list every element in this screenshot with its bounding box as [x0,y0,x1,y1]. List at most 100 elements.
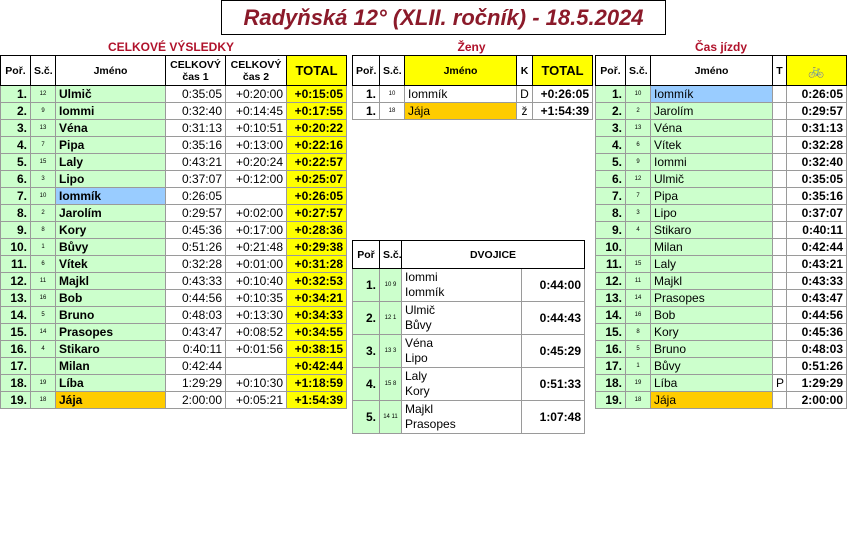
time2-cell: +0:20:24 [225,153,287,171]
time2-cell: +0:01:00 [225,255,287,273]
name-cell: Bůvy [55,238,166,256]
ride-time-cell: 0:42:44 [786,238,847,256]
name-cell: Bob [55,289,166,307]
ride-time-cell: 0:43:33 [786,272,847,290]
name-cell: Ulmič [55,85,166,103]
name-cell: Laly [650,255,773,273]
ride-time-cell: 2:00:00 [786,391,847,409]
ride-time-cell: 0:43:47 [786,289,847,307]
time1-cell: 0:32:40 [165,102,226,120]
ride-table: Poř. S.č. Jméno T 🚲 1. 10 Iommík 0:26:05 2. 2… [595,55,847,409]
total-cell: +0:38:15 [286,340,347,358]
start-number-cell: 16 [30,289,56,307]
rank-cell: 1. [595,85,626,103]
time1-cell: 0:48:03 [165,306,226,324]
name-cell: Milan [650,238,773,256]
name-cell: Milan [55,357,166,375]
name-cell: Prasopes [55,323,166,341]
start-number-cell: 19 [30,374,56,392]
rank-cell: 18. [0,374,31,392]
ride-time-cell: 0:51:26 [786,357,847,375]
table-row: 10. Milan 0:42:44 [595,238,847,256]
table-row: 1. 12 Ulmič 0:35:05 +0:20:00 +0:15:05 [0,85,347,103]
start-number-cell: 14 [625,289,651,307]
pair-time-cell: 0:44:43 [520,301,586,335]
time1-cell: 0:43:21 [165,153,226,171]
rank-cell: 18. [595,374,626,392]
start-number-cell: 8 [30,221,56,239]
table-row: 15. 8 Kory 0:45:36 [595,323,847,341]
ride-header-t: T [772,55,787,86]
pair-time-cell: 0:44:00 [520,268,586,302]
name-cell: Bruno [650,340,773,358]
pair-names-cell: Ulmič Bůvy [401,301,522,335]
name-cell: Iommík [404,85,517,103]
rank-cell: 4. [0,136,31,154]
table-row: 3. 13 Véna 0:31:13 [595,119,847,137]
rank-cell: 8. [0,204,31,222]
ride-time-cell: 0:35:16 [786,187,847,205]
table-row: 1. 10 Iommík D +0:26:05 [352,85,593,103]
section-overall-heading: CELKOVÉ VÝSLEDKY [107,40,235,54]
pair-names-cell: Iommi Iommík [401,268,522,302]
total-cell: +0:28:36 [286,221,347,239]
type-cell [772,221,787,239]
category-cell: ž [516,102,533,120]
rank-cell: 7. [0,187,31,205]
ride-time-cell: 0:37:07 [786,204,847,222]
name-cell: Bůvy [650,357,773,375]
ride-time-cell: 0:44:56 [786,306,847,324]
total-cell: +0:22:16 [286,136,347,154]
start-number-cell: 5 [30,306,56,324]
start-number-cell: 12 [625,170,651,188]
time2-cell: +0:10:30 [225,374,287,392]
table-row: 8. 3 Lipo 0:37:07 [595,204,847,222]
table-row: 1. 18 Jája ž +1:54:39 [352,102,593,120]
table-row: 9. 4 Stikaro 0:40:11 [595,221,847,239]
name-cell: Kory [650,323,773,341]
name-cell: Iommík [55,187,166,205]
time1-cell: 0:43:47 [165,323,226,341]
time2-cell: +0:13:00 [225,136,287,154]
category-cell: D [516,85,533,103]
rank-cell: 11. [0,255,31,273]
ride-time-cell: 0:29:57 [786,102,847,120]
table-row: 7. 10 Iommík 0:26:05 +0:26:05 [0,187,347,205]
time1-cell: 0:45:36 [165,221,226,239]
name-cell: Stikaro [55,340,166,358]
start-number-cell: 13 [30,119,56,137]
start-number-cell: 6 [30,255,56,273]
ride-time-cell: 0:43:21 [786,255,847,273]
name-cell: Líba [650,374,773,392]
rank-cell: 17. [0,357,31,375]
type-cell [772,391,787,409]
rank-cell: 14. [595,306,626,324]
type-cell [772,85,787,103]
overall-header-time2: CELKOVÝ čas 2 [225,55,287,86]
ride-time-cell: 0:26:05 [786,85,847,103]
type-cell [772,187,787,205]
name-cell: Véna [650,119,773,137]
time2-cell: +0:10:35 [225,289,287,307]
rank-cell: 6. [0,170,31,188]
rank-cell: 2. [0,102,31,120]
time2-cell [225,187,287,205]
time2-cell: +0:02:00 [225,204,287,222]
name-cell: Bruno [55,306,166,324]
pair-member-a: Ulmič [405,303,435,317]
type-cell: P [772,374,787,392]
total-cell: +0:26:05 [532,85,593,103]
ride-time-cell: 0:31:13 [786,119,847,137]
time2-cell: +0:13:30 [225,306,287,324]
time1-cell: 0:35:05 [165,85,226,103]
name-cell: Líba [55,374,166,392]
rank-cell: 17. [595,357,626,375]
total-cell: +0:34:33 [286,306,347,324]
pair-names-cell: Majkl Prasopes [401,400,522,434]
start-number-cell: 1 [30,238,56,256]
time2-cell: +0:21:48 [225,238,287,256]
section-women-heading: Ženy [457,40,486,54]
table-row: 4. 7 Pipa 0:35:16 +0:13:00 +0:22:16 [0,136,347,154]
page-title: Radyňská 12° (XLII. ročník) - 18.5.2024 [221,0,666,35]
time2-cell: +0:10:51 [225,119,287,137]
